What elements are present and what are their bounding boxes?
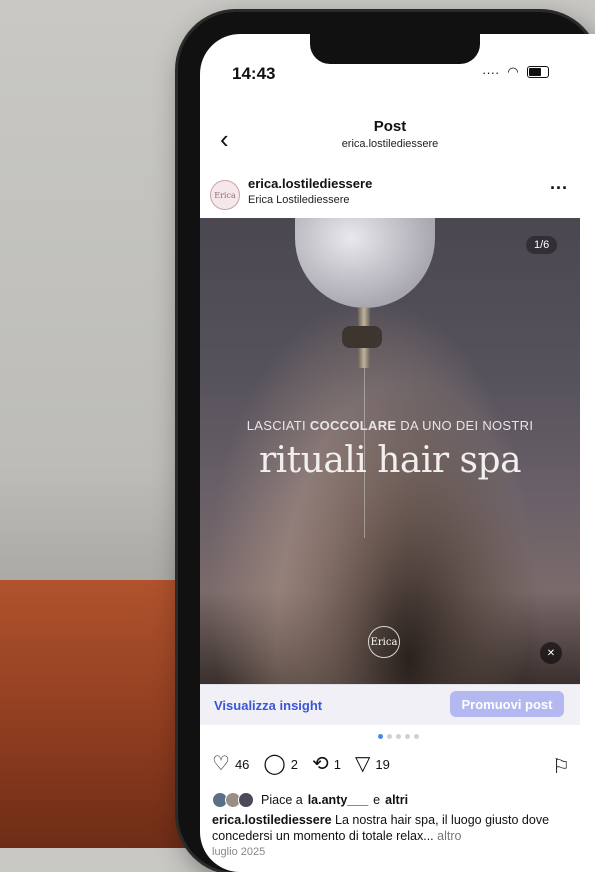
carousel-dot bbox=[396, 734, 401, 739]
like-action[interactable]: ♡ 46 bbox=[212, 754, 249, 774]
insight-bar: Visualizza insight Promuovi post bbox=[200, 684, 580, 725]
notch bbox=[310, 34, 480, 64]
status-time: 14:43 bbox=[232, 64, 276, 83]
comment-count: 2 bbox=[290, 756, 299, 772]
page-subtitle: erica.lostilediessere bbox=[341, 138, 439, 150]
liked-user[interactable]: la.anty___ bbox=[308, 793, 368, 807]
overline-suffix: DA UNO DEI NOSTRI bbox=[400, 418, 534, 433]
comment-icon: ◯ bbox=[263, 753, 286, 775]
repost-count: 1 bbox=[333, 756, 342, 772]
liked-prefix: Piace a bbox=[261, 793, 303, 807]
account-username[interactable]: erica.lostilediessere bbox=[248, 176, 372, 191]
action-bar: ♡ 46 ◯ 2 ⟲ 1 ▽ 19 bbox=[212, 754, 390, 774]
carousel-dot bbox=[378, 734, 383, 739]
overline-bold: COCCOLARE bbox=[309, 418, 397, 433]
status-icons: ···· ◠ bbox=[482, 64, 549, 80]
media-overline: LASCIATI COCCOLARE DA UNO DEI NOSTRI bbox=[200, 418, 580, 433]
caption-more-link[interactable]: altro bbox=[437, 829, 461, 843]
speaker-muted-icon[interactable]: ✕ bbox=[540, 642, 562, 664]
comment-action[interactable]: ◯ 2 bbox=[263, 754, 298, 774]
like-count: 46 bbox=[234, 756, 250, 772]
overline-prefix: LASCIATI bbox=[246, 418, 306, 433]
logo-text: Erica bbox=[370, 636, 398, 648]
battery-icon bbox=[526, 66, 549, 78]
spa-bowl bbox=[295, 218, 435, 308]
view-insights-link[interactable]: Visualizza insight bbox=[214, 698, 322, 713]
page-title: Post bbox=[373, 118, 407, 135]
post-caption: erica.lostilediessere La nostra hair spa… bbox=[212, 812, 562, 844]
carousel-indicator bbox=[378, 734, 419, 739]
promote-post-button[interactable]: Promuovi post bbox=[450, 691, 564, 717]
account-name: Erica Lostilediessere bbox=[248, 194, 350, 206]
repost-action[interactable]: ⟲ 1 bbox=[312, 754, 341, 774]
carousel-dot bbox=[414, 734, 419, 739]
liked-by[interactable]: Piace a la.anty___ e altri bbox=[212, 792, 408, 808]
share-action[interactable]: ▽ 19 bbox=[355, 754, 390, 774]
liked-joiner: e bbox=[373, 793, 381, 807]
spa-valve bbox=[342, 326, 382, 348]
share-count: 19 bbox=[375, 756, 390, 772]
carousel-dot bbox=[387, 734, 392, 739]
phone-screen: 14:43 ···· ◠ ‹ Post erica.lostilediesser… bbox=[200, 34, 595, 872]
more-options-icon[interactable]: ··· bbox=[550, 178, 568, 199]
brand-logo: Erica bbox=[368, 626, 400, 658]
bookmark-icon[interactable]: ⚐ bbox=[552, 754, 570, 779]
media-headline: rituali hair spa bbox=[258, 440, 522, 481]
carousel-dot bbox=[405, 734, 410, 739]
media-counter: 1/6 bbox=[526, 236, 558, 254]
avatar-text: Erica bbox=[214, 190, 236, 200]
wifi-icon: ◠ bbox=[507, 64, 519, 79]
liker-avatar bbox=[238, 792, 254, 808]
signal-icon: ···· bbox=[482, 64, 500, 80]
avatar[interactable]: Erica bbox=[210, 180, 240, 210]
send-icon: ▽ bbox=[355, 753, 371, 775]
phone: 14:43 ···· ◠ ‹ Post erica.lostilediesser… bbox=[178, 12, 595, 872]
repost-icon: ⟲ bbox=[312, 753, 329, 775]
heart-icon: ♡ bbox=[212, 753, 230, 775]
liked-others[interactable]: altri bbox=[385, 793, 408, 807]
post-media[interactable]: 1/6 LASCIATI COCCOLARE DA UNO DEI NOSTRI… bbox=[200, 218, 580, 684]
caption-username[interactable]: erica.lostilediessere bbox=[212, 813, 332, 827]
